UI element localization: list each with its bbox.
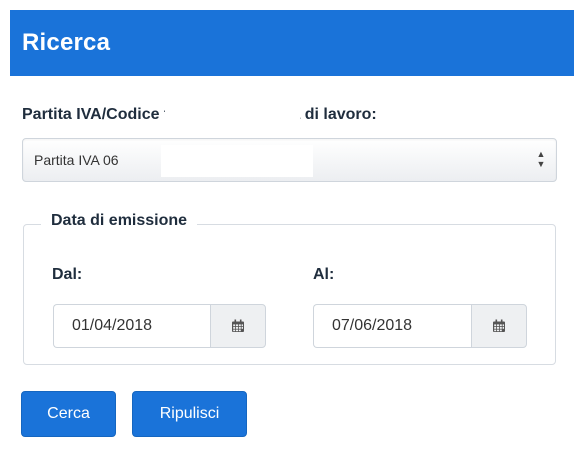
to-date-group <box>313 304 527 348</box>
reset-button[interactable]: Ripulisci <box>132 391 247 437</box>
redaction-mask <box>161 145 313 177</box>
workspace-select[interactable]: Partita IVA 06 ▲ ▼ <box>22 138 557 182</box>
to-date-label: Al: <box>313 266 335 283</box>
panel-title: Ricerca <box>22 29 111 56</box>
workspace-select-value: Partita IVA 06 <box>34 152 119 168</box>
from-date-calendar-button[interactable] <box>210 304 266 348</box>
from-date-group <box>53 304 266 348</box>
redaction-mask <box>165 104 300 126</box>
calendar-icon <box>493 319 505 332</box>
search-button[interactable]: Cerca <box>21 391 116 437</box>
to-date-calendar-button[interactable] <box>471 304 527 348</box>
from-date-input[interactable] <box>53 304 210 348</box>
from-date-label: Dal: <box>52 266 83 283</box>
to-date-input[interactable] <box>313 304 471 348</box>
date-fieldset-legend: Data di emissione <box>41 212 198 230</box>
calendar-icon <box>232 319 244 332</box>
panel-header: Ricerca <box>10 10 574 76</box>
select-arrows-icon: ▲ ▼ <box>536 149 546 169</box>
